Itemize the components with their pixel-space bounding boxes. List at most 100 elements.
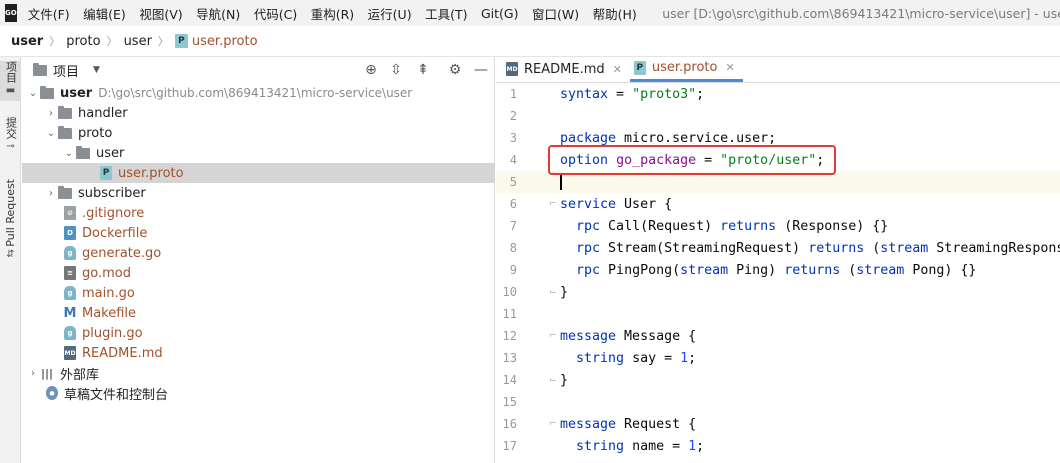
annotation-highlight-box — [548, 145, 836, 175]
editor-tab-bar: MD README.md ✕ P user.proto ✕ — [496, 57, 1060, 83]
tree-item-makefile[interactable]: M Makefile — [22, 303, 495, 323]
tree-item-label: generate.go — [82, 245, 162, 261]
project-panel-title[interactable]: 项目 — [53, 61, 79, 80]
line-number: 8 — [509, 241, 517, 255]
menu-file[interactable]: 文件(F) — [28, 4, 70, 23]
proto-file-icon: P — [633, 60, 646, 75]
tree-item-path: D:\go\src\github.com\869413421\micro-ser… — [98, 86, 413, 100]
tree-item-subscriber[interactable]: › subscriber — [22, 183, 495, 203]
minimize-icon[interactable]: — — [472, 61, 490, 79]
code-line: 15 — [496, 391, 1060, 413]
tree-item-go-mod[interactable]: ≡ go.mod — [22, 263, 495, 283]
text-caret — [560, 173, 562, 190]
line-number: 13 — [502, 351, 517, 365]
makefile-icon: M — [63, 305, 77, 321]
chevron-right-icon: 〉 — [49, 35, 61, 48]
project-panel-header: 项目 ▼ ⊕ ⇳ ⇞ ⚙ — — [22, 57, 494, 83]
code-line: 17 string name = 1; — [496, 435, 1060, 457]
chevron-down-icon[interactable]: ⌄ — [26, 88, 40, 99]
tree-item-label: 草稿文件和控制台 — [64, 387, 169, 403]
tab-user-proto[interactable]: P user.proto ✕ — [629, 56, 743, 82]
gear-icon[interactable]: ⚙ — [446, 61, 464, 79]
tree-item-gitignore[interactable]: ⊘ .gitignore — [22, 203, 495, 223]
go-file-icon: g — [64, 286, 76, 300]
menu-help[interactable]: 帮助(H) — [593, 4, 637, 23]
go-file-icon: g — [64, 246, 76, 260]
chevron-right-icon[interactable]: › — [44, 108, 58, 119]
expand-all-icon[interactable]: ⇳ — [387, 61, 405, 79]
menu-git[interactable]: Git(G) — [481, 6, 519, 21]
chevron-right-icon[interactable]: › — [44, 188, 58, 199]
project-tool-button[interactable]: 项目 ▬ — [0, 61, 21, 101]
menu-tools[interactable]: 工具(T) — [425, 4, 467, 23]
project-panel: 项目 ▼ ⊕ ⇳ ⇞ ⚙ — ⌄ user D:\go\src\github.c… — [22, 57, 495, 463]
fold-icon[interactable]: ⌙ — [549, 375, 557, 385]
close-icon[interactable]: ✕ — [613, 63, 622, 76]
locate-icon[interactable]: ⊕ — [362, 61, 380, 79]
code-text: service User { — [560, 196, 673, 212]
window-title: user [D:\go\src\github.com\869413421\mic… — [662, 5, 1060, 21]
menu-run[interactable]: 运行(U) — [368, 4, 412, 23]
folder-icon — [76, 145, 90, 159]
tree-item-readme[interactable]: MD README.md — [22, 343, 495, 363]
chevron-down-icon[interactable]: ⌄ — [62, 148, 76, 159]
menu-code[interactable]: 代码(C) — [254, 4, 297, 23]
scratches-icon: ● — [46, 386, 58, 400]
code-text: syntax = "proto3"; — [560, 86, 705, 102]
tree-item-user-proto[interactable]: P user.proto — [22, 163, 495, 183]
chevron-down-icon[interactable]: ⌄ — [44, 128, 58, 139]
commit-tool-button[interactable]: 提交 ⊸ — [0, 117, 21, 159]
tree-item-user-folder[interactable]: ⌄ user — [22, 143, 495, 163]
folder-icon: ▬ — [5, 85, 16, 96]
tree-item-user-root[interactable]: ⌄ user D:\go\src\github.com\869413421\mi… — [22, 83, 495, 103]
fold-icon[interactable]: ⌐ — [549, 331, 557, 341]
chevron-down-icon[interactable]: ▼ — [93, 65, 100, 75]
menu-navigate[interactable]: 导航(N) — [196, 4, 240, 23]
tree-item-scratches[interactable]: ● 草稿文件和控制台 — [22, 383, 495, 403]
close-icon[interactable]: ✕ — [725, 61, 734, 74]
tree-item-external-libraries[interactable]: › ||| 外部库 — [22, 363, 495, 383]
line-number: 11 — [502, 307, 517, 321]
code-line: 16 ⌐ message Request { — [496, 413, 1060, 435]
fold-icon[interactable]: ⌐ — [549, 419, 557, 429]
code-text: } — [560, 284, 569, 300]
breadcrumb-user[interactable]: user — [11, 34, 43, 49]
tree-item-plugin-go[interactable]: g plugin.go — [22, 323, 495, 343]
folder-icon — [58, 125, 72, 139]
collapse-all-icon[interactable]: ⇞ — [414, 61, 432, 79]
pull-request-tool-button[interactable]: Pull Request ⇵ — [0, 179, 21, 263]
folder-icon — [40, 85, 54, 99]
fold-icon[interactable]: ⌙ — [549, 287, 557, 297]
code-line: 14 ⌙ } — [496, 369, 1060, 391]
tree-item-dockerfile[interactable]: D Dockerfile — [22, 223, 495, 243]
gitignore-file-icon: ⊘ — [64, 206, 76, 220]
tree-item-handler[interactable]: › handler — [22, 103, 495, 123]
line-number: 3 — [509, 131, 517, 145]
line-number: 6 — [509, 197, 517, 211]
breadcrumb: user 〉 proto 〉 user 〉 P user.proto — [0, 26, 1060, 57]
chevron-right-icon[interactable]: › — [26, 368, 40, 379]
menu-window[interactable]: 窗口(W) — [532, 4, 579, 23]
tree-item-main-go[interactable]: g main.go — [22, 283, 495, 303]
code-line: 6 ⌐ service User { — [496, 193, 1060, 215]
breadcrumb-user-folder[interactable]: user — [124, 34, 152, 49]
breadcrumb-proto[interactable]: proto — [66, 34, 100, 49]
breadcrumb-file[interactable]: user.proto — [192, 34, 258, 49]
markdown-file-icon: MD — [64, 346, 76, 360]
code-line: 13 string say = 1; — [496, 347, 1060, 369]
tree-item-proto[interactable]: ⌄ proto — [22, 123, 495, 143]
tab-readme[interactable]: MD README.md ✕ — [502, 56, 630, 82]
menu-refactor[interactable]: 重构(R) — [311, 4, 354, 23]
menu-edit[interactable]: 编辑(E) — [83, 4, 126, 23]
go-file-icon: g — [64, 326, 76, 340]
code-line: 8 rpc Stream(StreamingRequest) returns (… — [496, 237, 1060, 259]
tree-item-label: Makefile — [82, 305, 137, 321]
line-number: 12 — [502, 329, 517, 343]
folder-icon — [33, 62, 47, 76]
docker-file-icon: D — [64, 226, 76, 240]
fold-icon[interactable]: ⌐ — [549, 199, 557, 209]
tree-item-generate-go[interactable]: g generate.go — [22, 243, 495, 263]
line-number: 2 — [509, 109, 517, 123]
code-area[interactable]: 1 syntax = "proto3"; 2 3 package micro.s… — [496, 83, 1060, 463]
menu-view[interactable]: 视图(V) — [139, 4, 182, 23]
